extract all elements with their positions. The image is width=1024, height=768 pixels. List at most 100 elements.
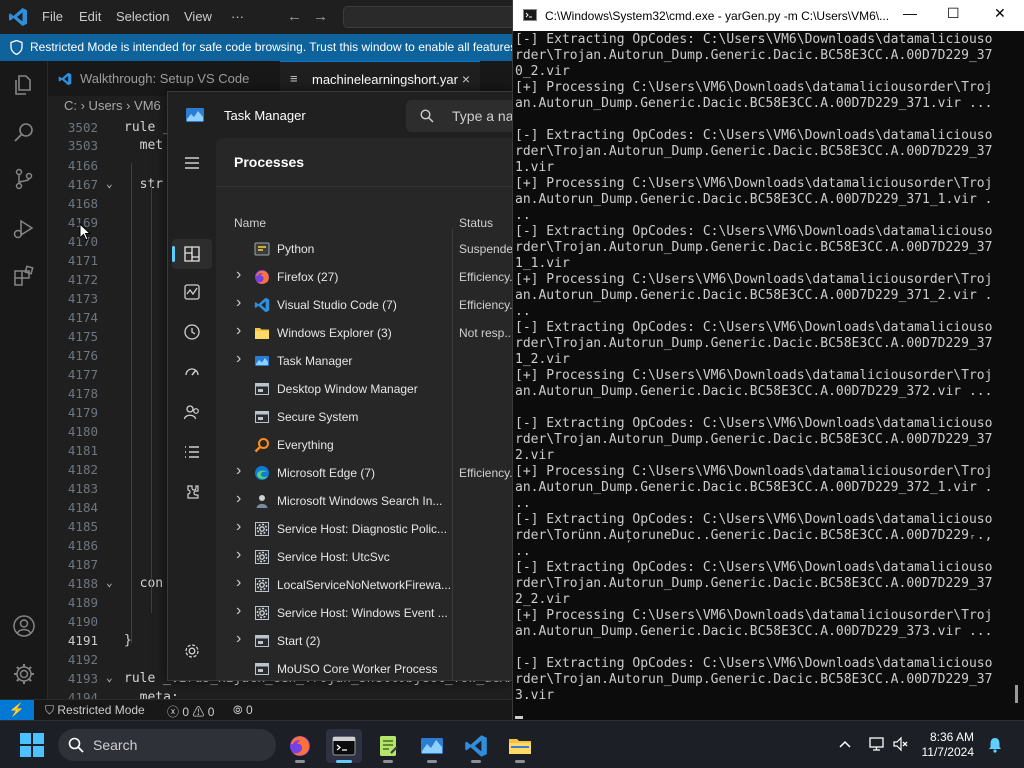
process-row[interactable]: › Service Host: Diagnostic Polic... [216, 515, 512, 543]
fold-chevron-icon[interactable]: ⌄ [106, 671, 113, 684]
cmd-output-line: rder\Trojan.Autorun_Dump.Generic.Dacic.B… [515, 672, 993, 687]
app-history-icon[interactable] [183, 323, 201, 341]
process-row[interactable]: › Microsoft Edge (7) Efficiency... [216, 459, 512, 487]
taskbar-notepad[interactable] [370, 729, 406, 763]
process-name: Microsoft Windows Search In... [277, 494, 443, 508]
taskbar-search-box[interactable]: Search [58, 729, 276, 761]
source-control-icon[interactable] [12, 167, 36, 191]
chevron-up-icon[interactable] [836, 735, 854, 753]
fold-chevron-icon[interactable]: ⌄ [106, 576, 113, 589]
process-row[interactable]: › Service Host: UtcSvc [216, 543, 512, 571]
minimize-icon[interactable]: — [903, 5, 917, 21]
cmd-output-line: .. [515, 544, 531, 559]
volume-muted-icon[interactable] [892, 735, 910, 753]
cmd-output[interactable]: [-] Extracting OpCodes: C:\Users\VM6\Dow… [515, 32, 1013, 720]
processes-icon[interactable] [183, 245, 201, 263]
startup-apps-icon[interactable] [183, 363, 201, 381]
run-debug-icon[interactable] [12, 217, 36, 241]
menu-file[interactable]: File [42, 9, 63, 24]
task-manager-titlebar: Task Manager Type a name [168, 92, 512, 138]
users-icon[interactable] [183, 403, 201, 421]
taskbar-vscode[interactable] [458, 729, 494, 763]
process-row[interactable]: MoUSO Core Worker Process [216, 655, 512, 680]
process-row[interactable]: Desktop Window Manager [216, 375, 512, 403]
process-row[interactable]: › Service Host: Windows Event ... [216, 599, 512, 627]
search-icon[interactable] [12, 120, 36, 144]
cmd-output-line: an.Autorun_Dump.Generic.Dacic.BC58E3CC.A… [515, 480, 993, 495]
expand-chevron-icon[interactable]: › [236, 266, 241, 284]
back-arrow-icon[interactable]: ← [287, 8, 302, 25]
cmd-output-line: 1_1.vir [515, 256, 570, 271]
desktop: File Edit Selection View ··· ← → Restric… [0, 0, 1024, 768]
column-header-status[interactable]: Status [459, 216, 493, 230]
expand-chevron-icon[interactable]: › [236, 350, 241, 368]
manage-gear-icon[interactable] [12, 662, 36, 686]
details-icon[interactable] [183, 443, 201, 461]
menu-selection[interactable]: Selection [116, 9, 169, 24]
settings-gear-icon[interactable] [183, 642, 201, 660]
process-row[interactable]: Everything [216, 431, 512, 459]
process-row[interactable]: › Visual Studio Code (7) Efficiency... [216, 291, 512, 319]
extensions-icon[interactable] [12, 265, 36, 289]
task-manager-nav [168, 138, 216, 680]
process-name: Windows Explorer (3) [277, 326, 392, 340]
expand-chevron-icon[interactable]: › [236, 630, 241, 648]
expand-chevron-icon[interactable]: › [236, 294, 241, 312]
process-name: Secure System [277, 410, 359, 424]
network-icon[interactable] [868, 735, 886, 753]
process-row[interactable]: › Microsoft Windows Search In... [216, 487, 512, 515]
windows-start-icon[interactable] [20, 733, 44, 757]
process-row[interactable]: › Windows Explorer (3) Not resp... [216, 319, 512, 347]
process-name: Firefox (27) [277, 270, 339, 284]
cmd-output-line: 1.vir [515, 160, 555, 175]
cmd-output-line: 3.vir [515, 688, 555, 703]
notification-bell-icon[interactable] [986, 736, 1004, 754]
restricted-mode-status[interactable]: ⛉ Restricted Mode [45, 703, 145, 718]
services-icon[interactable] [183, 483, 201, 501]
restricted-banner-text: Restricted Mode is intended for safe cod… [30, 40, 520, 54]
expand-chevron-icon[interactable]: › [236, 462, 241, 480]
taskbar-firefox[interactable] [282, 729, 318, 763]
mouse-pointer-icon [79, 223, 91, 241]
process-name: Visual Studio Code (7) [277, 298, 397, 312]
menu-view[interactable]: View [184, 9, 212, 24]
account-icon[interactable] [12, 614, 36, 638]
taskbar-file-explorer[interactable] [502, 729, 538, 763]
expand-chevron-icon[interactable]: › [236, 518, 241, 536]
process-row[interactable]: › Firefox (27) Efficiency... [216, 263, 512, 291]
process-row[interactable]: Python Suspended [216, 235, 512, 263]
cmd-output-line [515, 640, 1013, 656]
hamburger-icon[interactable] [183, 154, 201, 172]
taskbar-clock[interactable]: 8:36 AM 11/7/2024 [918, 730, 975, 760]
maximize-icon[interactable]: ☐ [947, 5, 960, 22]
process-row[interactable]: › LocalServiceNoNetworkFirewa... [216, 571, 512, 599]
ports-status[interactable]: ⦾ 0 [233, 703, 253, 718]
fold-chevron-icon[interactable]: ⌄ [106, 177, 113, 190]
process-row[interactable]: › Task Manager [216, 347, 512, 375]
close-icon[interactable]: ✕ [994, 5, 1006, 22]
expand-chevron-icon[interactable]: › [236, 490, 241, 508]
remote-indicator-icon[interactable]: ⚡ [0, 700, 34, 721]
breadcrumb[interactable]: C: › Users › VM6 [64, 98, 161, 113]
magnifier-icon [254, 438, 269, 453]
explorer-icon[interactable] [12, 73, 36, 97]
error-icon: ⓧ [167, 705, 180, 719]
expand-chevron-icon[interactable]: › [236, 602, 241, 620]
column-header-name[interactable]: Name [234, 216, 266, 230]
process-row[interactable]: Secure System [216, 403, 512, 431]
process-name: Python [277, 242, 315, 256]
scrollbar-thumb[interactable] [1015, 685, 1018, 703]
taskbar-terminal[interactable] [326, 729, 362, 763]
process-search-input[interactable]: Type a name [406, 100, 512, 132]
taskbar-task-manager[interactable] [414, 729, 450, 763]
problems-status[interactable]: ⓧ 0 ⚠ 0 [167, 703, 214, 720]
python-icon [254, 242, 270, 256]
expand-chevron-icon[interactable]: › [236, 546, 241, 564]
expand-chevron-icon[interactable]: › [236, 322, 241, 340]
process-row[interactable]: › Start (2) [216, 627, 512, 655]
expand-chevron-icon[interactable]: › [236, 574, 241, 592]
menu-edit[interactable]: Edit [79, 9, 101, 24]
performance-icon[interactable] [183, 283, 201, 301]
menu-more[interactable]: ··· [231, 9, 244, 24]
forward-arrow-icon[interactable]: → [313, 8, 328, 25]
